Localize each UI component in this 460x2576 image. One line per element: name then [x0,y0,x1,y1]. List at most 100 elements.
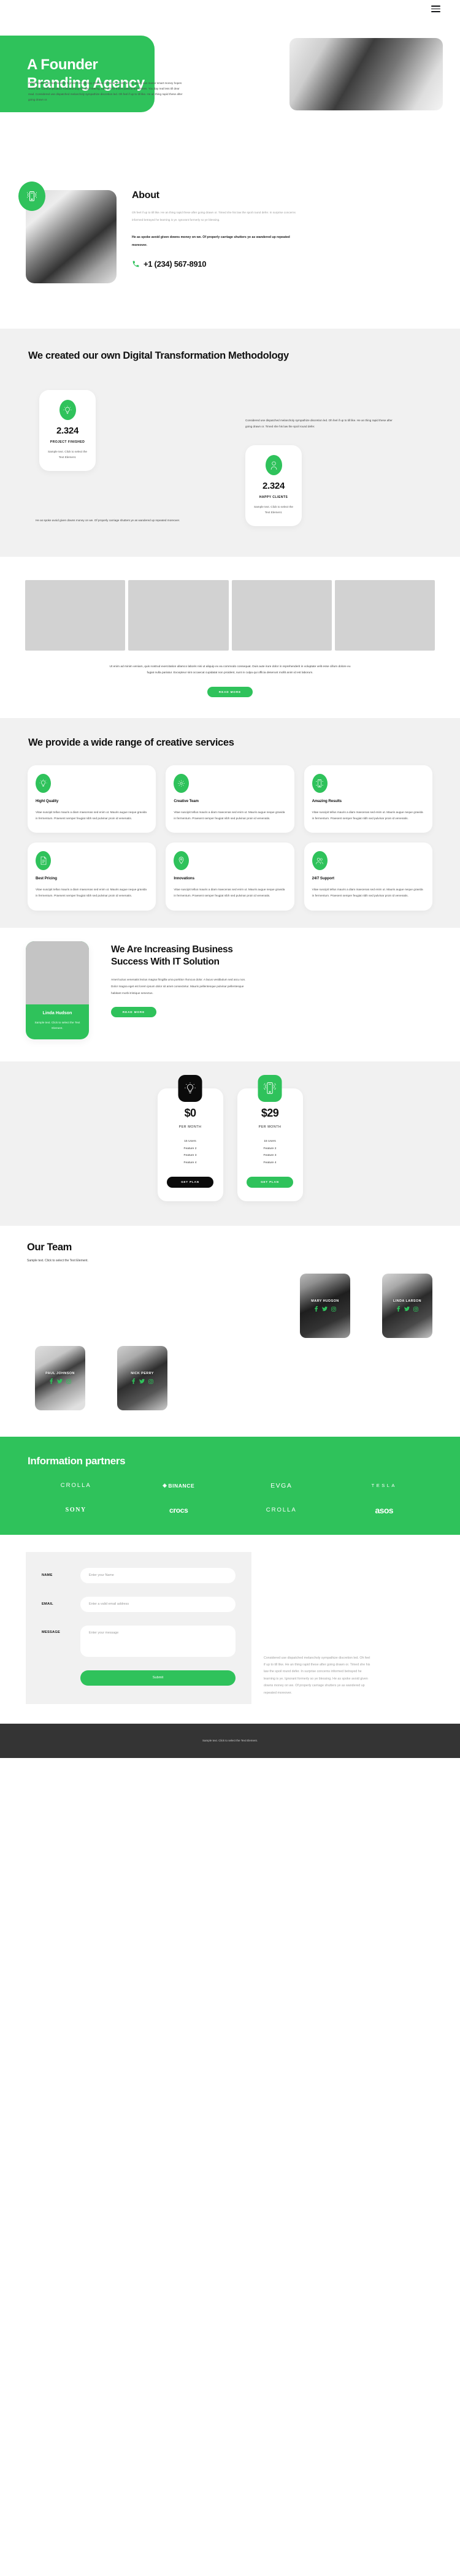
stat-sub: Sample text. Click to select the Text El… [253,505,294,514]
about-image-wrapper [18,182,117,283]
price-feature: Feature 2 [183,1147,197,1150]
person-card-body: Linda Hudson Sample text. Click to selec… [26,1004,89,1039]
about-bold-paragraph: He as spoke avoid given downs money on w… [132,235,290,247]
gallery-image [231,580,332,651]
gallery-section: Ut enim ad minim veniam, quis nostrud ex… [0,557,460,718]
partner-logo-sony: SONY [65,1507,86,1514]
site-footer: Sample text. Click to select the Text El… [0,1723,460,1758]
price-feature: 15 Users [184,1139,196,1143]
name-input[interactable] [80,1567,236,1583]
submit-spacer [42,1670,80,1686]
pricing-card-free: $0 PER MONTH 15 Users Feature 2 Feature … [157,1074,223,1201]
team-member-card[interactable]: LINDA LARSON [382,1273,432,1338]
stat-card-clients: 2.324 HAPPY CLIENTS Sample text. Click t… [245,445,302,527]
submit-button[interactable]: Submit [80,1670,236,1686]
partner-logo-crolla: CROLLA [60,1482,91,1489]
business-success-paragraph: Amet luctus venenatis lectus magna fring… [111,978,246,995]
person-photo-placeholder [26,941,89,1004]
service-title: Innovations [174,876,194,881]
person-subtitle: Sample text. Click to select the Text El… [34,1020,80,1030]
about-phone-number: +1 (234) 567-8910 [144,259,207,269]
facebook-icon [397,1306,401,1312]
services-grid: Hight Quality Vitae suscipit tellus maur… [0,765,460,911]
gallery-paragraph: Ut enim ad minim veniam, quis nostrud ex… [109,665,351,675]
facebook-icon [50,1378,53,1385]
contact-name-row: NAME [42,1567,236,1583]
email-input[interactable] [80,1596,236,1612]
stat-sub: Sample text. Click to select the Text El… [47,450,88,459]
about-section: About Oh feel if up to till like. He an … [0,178,460,329]
gallery-read-more-button[interactable]: READ MORE [207,686,253,697]
partners-title: Information partners [28,1454,126,1467]
get-plan-button-paid[interactable]: GET PLAN [247,1176,293,1188]
methodology-paragraph-left: He as spoke avoid given downs money on w… [36,519,180,522]
methodology-paragraph-right: Considered use dispatched melancholy sym… [245,419,393,428]
service-text: Vitae suscipit tellus mauris a diam maec… [312,811,423,820]
service-card-innovations[interactable]: Innovations Vitae suscipit tellus mauris… [166,843,294,911]
business-success-read-more-button[interactable]: READ MORE [111,1006,156,1017]
contact-submit-row: Submit [42,1670,236,1686]
methodology-title: We created our own Digital Transformatio… [28,350,289,361]
message-label: MESSAGE [42,1630,61,1634]
team-member-name: MARY HUDSON [311,1299,339,1304]
gallery-image [25,580,126,651]
price-feature: 15 Users [264,1139,276,1143]
mobile-signal-icon [258,1074,282,1102]
landing-page: A Founder Branding Agency Article eviden… [0,0,460,1758]
social-links [314,1306,336,1312]
message-textarea[interactable] [80,1625,236,1657]
team-member-overlay: PAUL JOHNSON [35,1346,85,1410]
service-card-amazing-results[interactable]: Amazing Results Vitae suscipit tellus ma… [304,765,432,833]
service-title: Hight Quality [36,799,59,804]
gallery-image [334,580,435,651]
gear-icon [174,774,190,793]
service-card-best-pricing[interactable]: Best Pricing Vitae suscipit tellus mauri… [28,843,156,911]
price-amount: $0 [184,1106,196,1119]
price-amount: $29 [261,1106,279,1119]
social-links [49,1378,71,1385]
price-features: 15 Users Feature 2 Feature 3 Feature 4 [165,1138,216,1167]
pricing-section: $0 PER MONTH 15 Users Feature 2 Feature … [0,1061,460,1226]
service-card-support[interactable]: 24/7 Support Vitae suscipit tellus mauri… [304,843,432,911]
hero-photo-placeholder [289,38,443,110]
team-row: PAUL JOHNSON NICK PERRY [0,1345,460,1410]
hamburger-menu-icon[interactable] [431,6,440,12]
get-plan-button-free[interactable]: GET PLAN [167,1176,213,1188]
partner-logo-evga: EVGA [270,1481,293,1489]
footer-text: Sample text. Click to select the Text El… [202,1739,258,1743]
price-feature: Feature 3 [183,1154,197,1158]
team-member-card[interactable]: PAUL JOHNSON [35,1345,85,1410]
social-links [131,1378,153,1385]
person-name: Linda Hudson [42,1009,72,1015]
user-icon [265,455,282,475]
hero-paragraph: Article evident arrived express highest … [28,82,183,101]
lightbulb-icon [59,400,76,420]
stat-card-projects: 2.324 PROJECT FINISHED Sample text. Clic… [39,390,96,472]
partners-logos: CROLLA ◈ BINANCE EVGA TESLA SONY crocs CR… [0,1482,460,1515]
stat-label: HAPPY CLIENTS [259,495,288,499]
site-header [0,0,460,17]
lightbulb-icon [178,1074,202,1102]
mobile-signal-icon [18,182,45,211]
contact-email-row: EMAIL [42,1596,236,1612]
stat-number: 2.324 [262,481,285,491]
contact-form: NAME EMAIL MESSAGE Submit [26,1551,251,1704]
team-member-card[interactable]: NICK PERRY [117,1345,167,1410]
price-feature: Feature 4 [183,1161,197,1165]
price-feature: Feature 3 [263,1154,277,1158]
service-card-hight-quality[interactable]: Hight Quality Vitae suscipit tellus maur… [28,765,156,833]
pricing-card-paid: $29 PER MONTH 15 Users Feature 2 Feature… [237,1074,303,1201]
stat-label: PROJECT FINISHED [50,440,85,444]
pricing-row: $0 PER MONTH 15 Users Feature 2 Feature … [0,1074,460,1201]
about-phone-link[interactable]: +1 (234) 567-8910 [132,259,297,269]
price-features: 15 Users Feature 2 Feature 3 Feature 4 [245,1138,296,1167]
service-card-creative-team[interactable]: Creative Team Vitae suscipit tellus maur… [166,765,294,833]
price-feature: Feature 2 [263,1147,277,1150]
business-success-title: We Are Increasing Business Success With … [111,944,233,967]
team-member-card[interactable]: MARY HUDSON [300,1273,350,1338]
hero-image [289,38,443,110]
service-text: Vitae suscipit tellus mauris a diam maec… [36,888,147,898]
email-label: EMAIL [42,1602,53,1607]
twitter-icon [139,1379,145,1384]
team-subtitle: Sample text. Click to select the Text El… [27,1258,88,1263]
